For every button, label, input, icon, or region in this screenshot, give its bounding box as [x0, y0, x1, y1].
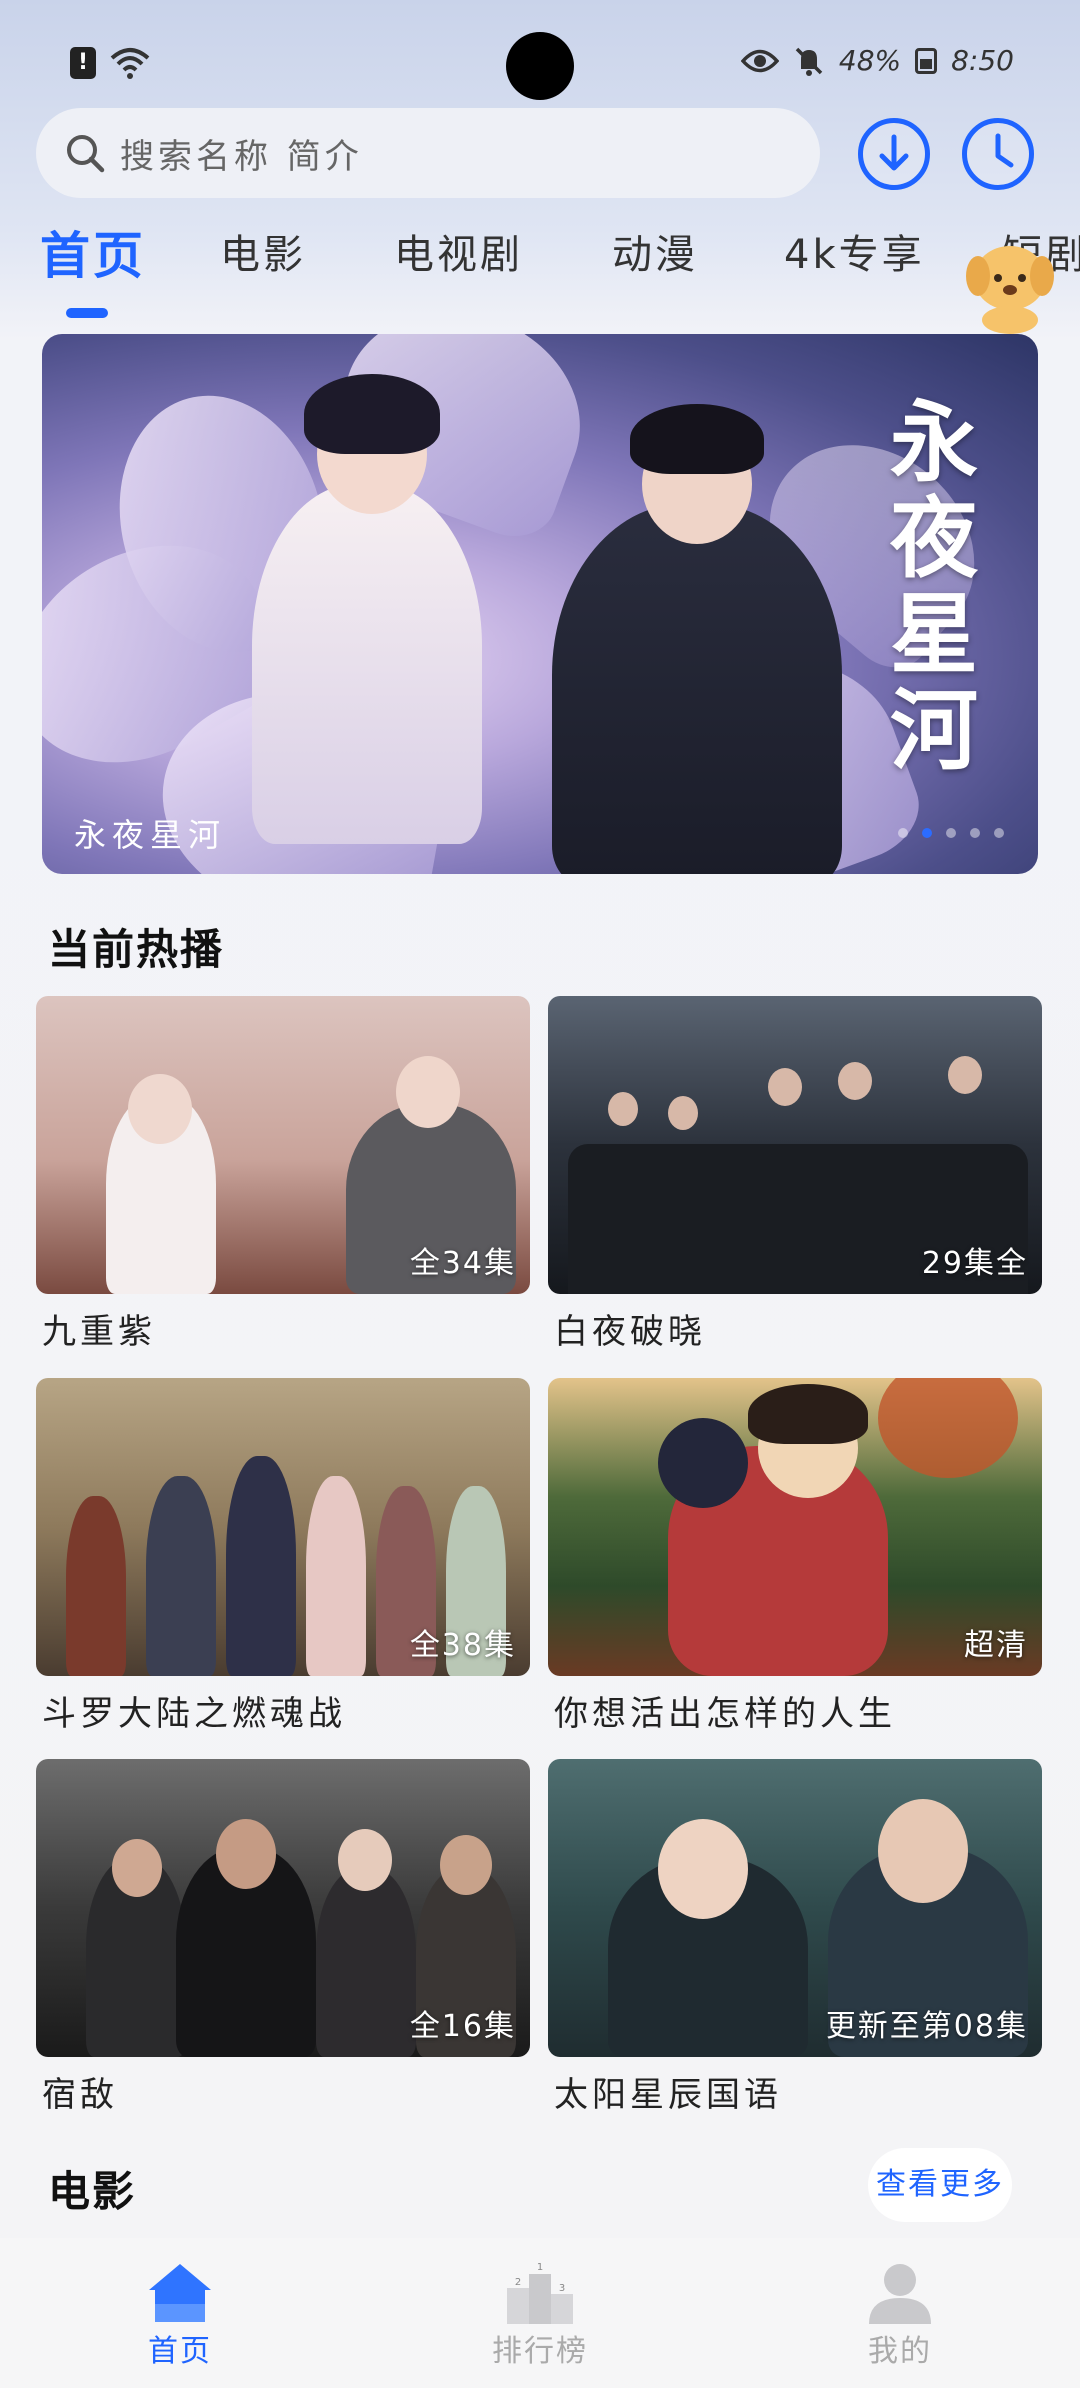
episode-badge: 全38集 — [409, 1628, 516, 1663]
download-button[interactable] — [858, 118, 930, 190]
puppy-mascot-icon — [966, 246, 1054, 334]
tab-tv-series[interactable]: 电视剧 — [394, 222, 523, 280]
featured-banner[interactable]: 永夜星河 永夜星河 — [42, 334, 1038, 874]
nav-profile[interactable]: 我的 — [800, 2260, 1000, 2370]
thumb-face — [878, 1799, 968, 1903]
episode-badge: 全34集 — [409, 1246, 516, 1281]
battery-percent: 48% — [838, 44, 902, 77]
svg-text:1: 1 — [537, 2262, 543, 2273]
banner-hair-left — [304, 374, 440, 454]
thumb-figure — [66, 1496, 126, 1676]
search-placeholder: 搜索名称 简介 — [120, 136, 363, 177]
quality-badge: 超清 — [964, 1628, 1028, 1663]
banner-hair-right — [630, 404, 764, 474]
banner-calligraphy: 永夜星河 — [889, 390, 978, 782]
video-thumbnail: 全34集 — [36, 996, 530, 1294]
bottom-nav: 首页 1 2 3 排行榜 我的 — [0, 2238, 1080, 2388]
video-thumbnail: 全38集 — [36, 1378, 530, 1676]
thumb-face — [668, 1096, 698, 1130]
video-card[interactable]: 超清 你想活出怎样的人生 — [548, 1378, 1042, 1735]
banner-dot[interactable] — [994, 828, 1004, 838]
thumb-tree — [878, 1378, 1018, 1478]
nav-ranking[interactable]: 1 2 3 排行榜 — [440, 2260, 640, 2370]
video-thumbnail: 29集全 — [548, 996, 1042, 1294]
thumb-face — [768, 1068, 802, 1106]
search-bar[interactable]: 搜索名称 简介 — [36, 108, 820, 198]
episode-badge: 29集全 — [921, 1246, 1028, 1281]
banner-pagination — [898, 828, 1004, 838]
section-title-movies: 电影 — [48, 2167, 137, 2216]
banner-caption: 永夜星河 — [74, 816, 227, 854]
video-card[interactable]: 全34集 九重紫 — [36, 996, 530, 1353]
banner-figure-right — [552, 504, 842, 874]
tab-home[interactable]: 首页 — [40, 222, 146, 288]
video-thumbnail: 更新至第08集 — [548, 1759, 1042, 2057]
search-icon — [67, 135, 105, 173]
video-title: 太阳星辰国语 — [554, 2075, 782, 2115]
banner-dot[interactable] — [970, 828, 980, 838]
profile-icon — [869, 2264, 931, 2324]
episode-badge: 更新至第08集 — [825, 2009, 1028, 2044]
thumb-face — [658, 1819, 748, 1919]
section-title-hot: 当前热播 — [48, 925, 225, 974]
video-card[interactable]: 更新至第08集 太阳星辰国语 — [548, 1759, 1042, 2116]
svg-text:2: 2 — [515, 2277, 521, 2288]
thumb-face — [608, 1092, 638, 1126]
eye-icon — [740, 49, 779, 72]
nav-profile-label: 我的 — [868, 2334, 932, 2369]
video-card[interactable]: 29集全 白夜破晓 — [548, 996, 1042, 1353]
sim-alert-icon: ! — [70, 47, 96, 79]
video-title: 白夜破晓 — [554, 1312, 706, 1352]
ranking-icon: 1 2 3 — [507, 2262, 573, 2324]
tab-anime[interactable]: 动漫 — [612, 222, 698, 280]
thumb-figure — [316, 1867, 416, 2057]
clock-icon — [995, 133, 1014, 168]
svg-text:3: 3 — [559, 2283, 565, 2294]
thumb-hair — [748, 1384, 868, 1444]
category-tabs: 首页 电影 电视剧 动漫 4k专享 短剧 — [40, 222, 1080, 302]
nav-home-label: 首页 — [148, 2334, 212, 2369]
thumb-figure — [306, 1476, 366, 1676]
history-button[interactable] — [962, 118, 1034, 190]
home-icon — [149, 2264, 211, 2322]
nav-home[interactable]: 首页 — [80, 2260, 280, 2370]
thumb-face — [216, 1819, 276, 1889]
thumb-face — [128, 1074, 192, 1144]
status-right: 48% 8:50 — [740, 44, 1014, 77]
thumb-face — [440, 1835, 492, 1895]
banner-dot-active[interactable] — [922, 828, 932, 838]
clock-time: 8:50 — [951, 44, 1014, 77]
wifi-icon — [110, 48, 150, 79]
video-card[interactable]: 全16集 宿敌 — [36, 1759, 530, 2116]
thumb-face — [396, 1056, 460, 1128]
banner-figure-left — [252, 484, 482, 844]
thumb-face — [838, 1062, 872, 1100]
video-title: 斗罗大陆之燃魂战 — [42, 1694, 346, 1734]
thumb-face — [948, 1056, 982, 1094]
tab-movies[interactable]: 电影 — [220, 222, 306, 280]
tab-indicator — [66, 308, 108, 318]
video-thumbnail: 全16集 — [36, 1759, 530, 2057]
mute-bell-icon — [795, 47, 823, 76]
see-more-button[interactable]: 查看更多 — [868, 2148, 1012, 2222]
nav-ranking-label: 排行榜 — [492, 2334, 588, 2369]
video-thumbnail: 超清 — [548, 1378, 1042, 1676]
thumb-face — [112, 1839, 162, 1897]
video-card[interactable]: 全38集 斗罗大陆之燃魂战 — [36, 1378, 530, 1735]
thumb-figure — [226, 1456, 296, 1676]
banner-dot[interactable] — [898, 828, 908, 838]
video-title: 九重紫 — [42, 1312, 156, 1352]
video-title: 你想活出怎样的人生 — [554, 1694, 896, 1734]
thumb-hair — [658, 1418, 748, 1508]
banner-dot[interactable] — [946, 828, 956, 838]
video-title: 宿敌 — [42, 2075, 118, 2115]
download-arrow-icon — [879, 134, 909, 171]
thumb-face — [338, 1829, 392, 1891]
battery-icon — [915, 47, 938, 74]
episode-badge: 全16集 — [409, 2009, 516, 2044]
front-camera — [506, 32, 574, 100]
tab-4k[interactable]: 4k专享 — [784, 222, 925, 280]
status-left: ! — [70, 46, 150, 80]
thumb-figure — [146, 1476, 216, 1676]
